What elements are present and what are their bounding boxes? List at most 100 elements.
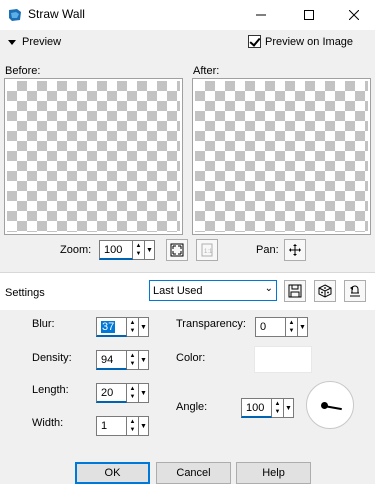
density-dropdown[interactable]: ▼ [139, 350, 149, 370]
maximize-icon [304, 10, 314, 20]
down-arrow-icon: ▼ [129, 328, 136, 334]
before-preview-pane[interactable] [4, 78, 183, 235]
svg-text:1:1: 1:1 [204, 249, 213, 255]
dropdown-arrow-icon: ▼ [140, 323, 147, 331]
up-arrow-icon: ▲ [129, 320, 136, 326]
angle-label: Angle: [176, 401, 208, 413]
preview-on-image-option[interactable]: Preview on Image [248, 35, 353, 48]
down-arrow-icon: ▼ [129, 361, 136, 367]
preview-on-image-checkbox[interactable] [248, 35, 261, 48]
angle-dropdown[interactable]: ▼ [284, 398, 294, 418]
width-stepper[interactable]: 1 ▲ ▼ ▼ [96, 416, 149, 436]
before-label: Before: [5, 65, 41, 77]
angle-input[interactable]: 100 [241, 398, 272, 418]
reset-icon [350, 285, 360, 297]
up-arrow-icon: ▲ [288, 320, 295, 326]
length-label: Length: [32, 384, 69, 396]
length-input[interactable]: 20 [96, 383, 127, 403]
close-button[interactable] [331, 0, 375, 30]
dropdown-arrow-icon: ▼ [140, 356, 147, 364]
blur-value: 37 [101, 321, 116, 333]
zoom-input[interactable]: 100 [99, 240, 133, 260]
width-label: Width: [32, 417, 64, 429]
blur-label: Blur: [32, 318, 55, 330]
width-spin-arrows[interactable]: ▲ ▼ [127, 416, 139, 436]
density-stepper[interactable]: 94 ▲ ▼ ▼ [96, 350, 149, 370]
preview-toggle-label: Preview [22, 36, 62, 48]
width-dropdown[interactable]: ▼ [139, 416, 149, 436]
zoom-stepper[interactable]: 100 ▲ ▼ ▼ [99, 240, 155, 260]
preview-on-image-label: Preview on Image [265, 35, 354, 48]
down-arrow-icon: ▼ [129, 427, 136, 433]
up-arrow-icon: ▲ [129, 419, 136, 425]
move-icon [289, 244, 301, 256]
settings-label: Settings [5, 287, 45, 299]
width-input[interactable]: 1 [96, 416, 127, 436]
up-arrow-icon: ▲ [129, 386, 136, 392]
blur-spin-arrows[interactable]: ▲ ▼ [127, 317, 139, 337]
zoom-to-fit-button[interactable] [166, 239, 188, 261]
length-stepper[interactable]: 20 ▲ ▼ ▼ [96, 383, 149, 403]
app-icon [9, 9, 21, 21]
transparency-spin-arrows[interactable]: ▲ ▼ [286, 317, 298, 337]
color-swatch[interactable] [254, 346, 312, 373]
randomize-button[interactable] [314, 280, 336, 302]
density-spin-arrows[interactable]: ▲ ▼ [127, 350, 139, 370]
ok-button[interactable]: OK [75, 462, 150, 484]
down-arrow-icon: ▼ [129, 394, 136, 400]
density-input[interactable]: 94 [96, 350, 127, 370]
window-title: Straw Wall [28, 7, 85, 21]
angle-stepper[interactable]: 100 ▲ ▼ ▼ [241, 398, 294, 418]
angle-dial[interactable] [306, 381, 354, 429]
down-arrow-icon: ▼ [288, 328, 295, 334]
density-label: Density: [32, 352, 72, 364]
dropdown-arrow-icon: ▼ [285, 404, 292, 412]
length-spin-arrows[interactable]: ▲ ▼ [127, 383, 139, 403]
save-preset-button[interactable] [284, 280, 306, 302]
up-arrow-icon: ▲ [129, 353, 136, 359]
reset-button[interactable] [344, 280, 366, 302]
chevron-down-icon: ⌄ [264, 283, 273, 294]
after-label: After: [193, 65, 220, 77]
transparency-label: Transparency: [176, 318, 246, 330]
minimize-icon [256, 14, 266, 16]
dropdown-arrow-icon: ▼ [140, 422, 147, 430]
transparency-dropdown[interactable]: ▼ [298, 317, 308, 337]
after-preview-pane[interactable] [192, 78, 371, 235]
dropdown-arrow-icon: ▼ [299, 323, 306, 331]
close-icon [349, 10, 359, 20]
down-arrow-icon: ▼ [274, 409, 281, 415]
dice-icon [318, 284, 332, 298]
zoom-dropdown[interactable]: ▼ [145, 240, 155, 260]
up-arrow-icon: ▲ [274, 401, 281, 407]
transparency-stepper[interactable]: 0 ▲ ▼ ▼ [255, 317, 308, 337]
preset-select[interactable]: Last Used ⌄ [149, 280, 277, 301]
down-arrow-icon: ▼ [135, 251, 142, 257]
blur-stepper[interactable]: 37 ▲ ▼ ▼ [96, 317, 149, 337]
transparency-input[interactable]: 0 [255, 317, 286, 337]
pan-button[interactable] [284, 239, 306, 261]
zoom-label: Zoom: [60, 244, 92, 256]
zoom-spin-arrows[interactable]: ▲ ▼ [133, 240, 145, 260]
preview-collapse-toggle[interactable]: Preview [8, 36, 61, 48]
zoom-fit-icon [170, 243, 184, 257]
color-label: Color: [176, 352, 206, 364]
actual-size-icon: 1:1 [201, 243, 213, 257]
angle-dial-knob [321, 402, 328, 409]
angle-spin-arrows[interactable]: ▲ ▼ [272, 398, 284, 418]
cancel-button[interactable]: Cancel [156, 462, 231, 484]
blur-input[interactable]: 37 [96, 317, 127, 337]
blur-dropdown[interactable]: ▼ [139, 317, 149, 337]
dropdown-arrow-icon: ▼ [140, 389, 147, 397]
preset-select-value: Last Used [153, 284, 203, 297]
minimize-button[interactable] [238, 0, 284, 30]
up-arrow-icon: ▲ [135, 243, 142, 249]
maximize-button[interactable] [286, 0, 332, 30]
actual-size-button[interactable]: 1:1 [196, 239, 218, 261]
save-icon [288, 284, 302, 298]
pan-label: Pan: [256, 244, 279, 256]
length-dropdown[interactable]: ▼ [139, 383, 149, 403]
chevron-down-icon [8, 39, 16, 45]
help-button[interactable]: Help [236, 462, 311, 484]
dropdown-arrow-icon: ▼ [146, 246, 153, 254]
